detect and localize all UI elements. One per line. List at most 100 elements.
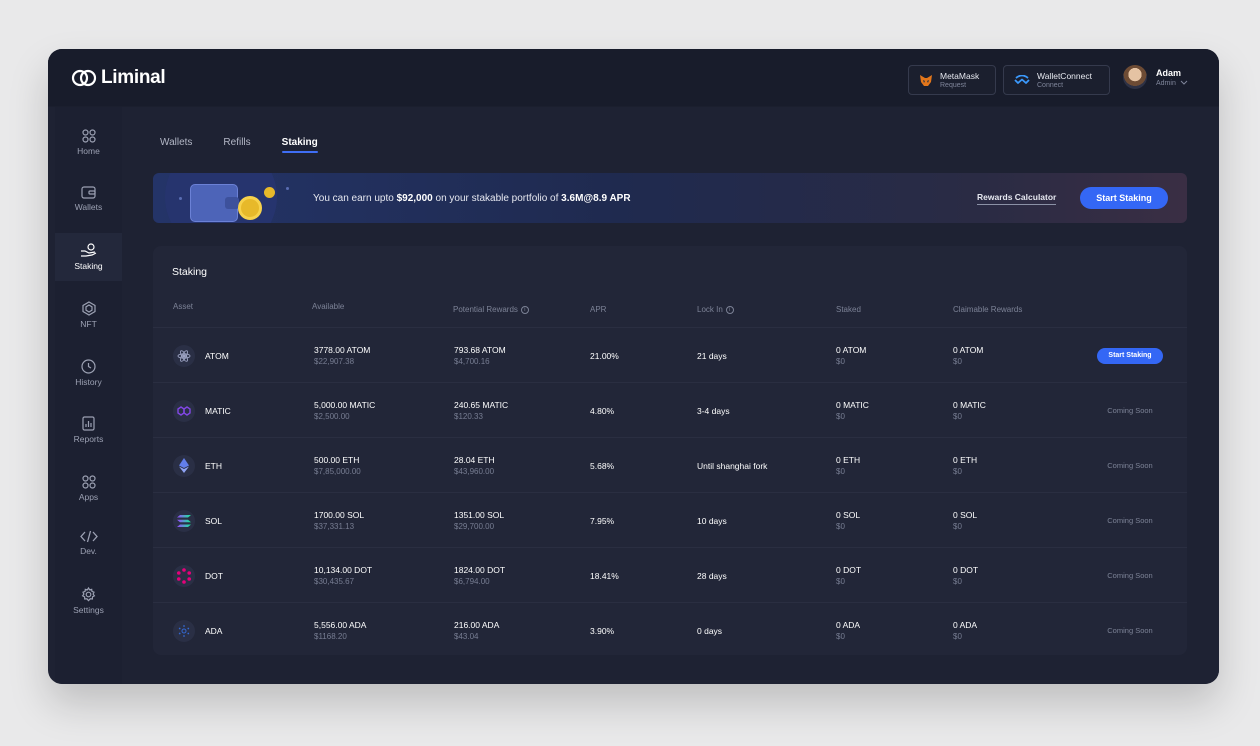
banner-text: You can earn upto: [313, 193, 397, 204]
sidebar-item-dev[interactable]: Dev.: [55, 520, 122, 566]
apr-value: 18.41%: [590, 570, 619, 581]
table-row[interactable]: ATOM 3778.00 ATOM $22,907.38 793.68 ATOM…: [153, 327, 1187, 382]
sidebar-item-label: Home: [77, 145, 100, 156]
available-cell: 1700.00 SOL $37,331.13: [314, 493, 364, 548]
claimable-amount: 0 ATOM: [953, 345, 984, 355]
staked-usd: $0: [836, 412, 845, 421]
sidebar-item-history[interactable]: History: [55, 350, 122, 396]
asset-cell: ETH: [173, 438, 222, 493]
staking-table-card: Staking Asset Available Potential Reward…: [153, 246, 1187, 655]
staked-amount: 0 ETH: [836, 455, 861, 465]
action-cell: Start Staking: [1095, 328, 1165, 383]
start-staking-button[interactable]: Start Staking: [1097, 347, 1163, 364]
staking-hand-icon: [81, 243, 97, 257]
action-cell: Coming Soon: [1095, 493, 1165, 548]
lockin-cell: 10 days: [697, 493, 727, 548]
staked-amount: 0 ATOM: [836, 345, 867, 355]
staked-cell: 0 ATOM $0: [836, 328, 866, 383]
asset-icon: [173, 344, 195, 367]
claimable-usd: $0: [953, 522, 962, 531]
potential-cell: 1351.00 SOL $29,700.00: [454, 493, 504, 548]
apr-value: 7.95%: [590, 515, 615, 526]
tab-bar: Wallets Refills Staking: [160, 137, 318, 153]
sidebar-item-reports[interactable]: Reports: [55, 407, 122, 453]
staked-amount: 0 SOL: [836, 510, 861, 520]
asset-name: ETH: [205, 460, 222, 471]
potential-usd: $6,794.00: [454, 577, 490, 586]
coin-icon: [264, 187, 275, 198]
apr-cell: 3.90%: [590, 603, 614, 655]
action-cell: Coming Soon: [1095, 438, 1165, 493]
banner-message: You can earn upto $92,000 on your stakab…: [313, 193, 631, 204]
col-asset: Asset: [173, 302, 194, 311]
banner-amount: $92,000: [396, 193, 433, 204]
wallet-icon: [81, 186, 96, 199]
tab-staking[interactable]: Staking: [281, 137, 318, 153]
potential-amount: 1824.00 DOT: [454, 565, 506, 575]
start-staking-button[interactable]: Start Staking: [1080, 187, 1168, 209]
walletconnect-button[interactable]: WalletConnect Connect: [1003, 65, 1110, 95]
tab-refills[interactable]: Refills: [223, 137, 250, 153]
claimable-usd: $0: [953, 577, 962, 586]
claimable-cell: 0 SOL $0: [953, 493, 977, 548]
apr-cell: 5.68%: [590, 438, 614, 493]
lockin-cell: 28 days: [697, 548, 727, 603]
table-row[interactable]: DOT 10,134.00 DOT $30,435.67 1824.00 DOT…: [153, 547, 1187, 602]
col-apr: APR: [590, 305, 607, 314]
claimable-cell: 0 ADA $0: [953, 603, 977, 655]
info-icon[interactable]: i: [725, 305, 734, 314]
coming-soon-label: Coming Soon: [1107, 461, 1153, 470]
sidebar-item-label: Apps: [78, 491, 99, 502]
lockin-value: Until shanghai fork: [697, 460, 768, 471]
available-usd: $7,85,000.00: [314, 467, 361, 476]
sidebar-item-wallets[interactable]: Wallets: [55, 176, 122, 222]
info-icon[interactable]: i: [520, 305, 529, 314]
report-icon: [82, 416, 95, 431]
sidebar-item-settings[interactable]: Settings: [55, 578, 122, 624]
action-cell: Coming Soon: [1095, 383, 1165, 438]
claimable-usd: $0: [953, 632, 962, 641]
asset-name: DOT: [205, 570, 223, 581]
liminal-logo[interactable]: Liminal: [71, 67, 166, 89]
sidebar-item-home[interactable]: Home: [55, 119, 122, 165]
sidebar-item-staking[interactable]: Staking: [55, 233, 122, 281]
lockin-cell: 0 days: [697, 603, 722, 655]
available-cell: 500.00 ETH $7,85,000.00: [314, 438, 361, 493]
rewards-calculator-link[interactable]: Rewards Calculator: [977, 192, 1057, 205]
home-grid-icon: [81, 128, 96, 143]
table-header: Asset Available Potential Rewards i APR L…: [153, 302, 1187, 323]
sol-coin-icon: [177, 514, 191, 527]
claimable-cell: 0 ATOM $0: [953, 328, 983, 383]
claimable-cell: 0 DOT $0: [953, 548, 978, 603]
gear-icon: [81, 587, 96, 602]
metamask-button[interactable]: MetaMask Request: [908, 65, 996, 95]
available-cell: 5,556.00 ADA $1168.20: [314, 603, 366, 655]
table-row[interactable]: ADA 5,556.00 ADA $1168.20 216.00 ADA $43…: [153, 602, 1187, 655]
table-row[interactable]: ETH 500.00 ETH $7,85,000.00 28.04 ETH $4…: [153, 437, 1187, 492]
asset-icon: [173, 509, 195, 532]
sidebar-item-nft[interactable]: NFT: [55, 292, 122, 338]
potential-cell: 28.04 ETH $43,960.00: [454, 438, 495, 493]
lockin-value: 10 days: [697, 515, 727, 526]
staked-usd: $0: [836, 522, 845, 531]
avatar[interactable]: [1123, 65, 1147, 89]
banner-dot: [179, 197, 182, 200]
asset-name: SOL: [205, 515, 223, 526]
table-row[interactable]: SOL 1700.00 SOL $37,331.13 1351.00 SOL $…: [153, 492, 1187, 547]
potential-usd: $120.33: [454, 412, 483, 421]
asset-cell: ATOM: [173, 328, 229, 383]
staked-cell: 0 MATIC $0: [836, 383, 869, 438]
available-amount: 3778.00 ATOM: [314, 345, 371, 355]
banner-text: on your stakable portfolio of: [432, 193, 562, 204]
apr-cell: 18.41%: [590, 548, 619, 603]
potential-usd: $43,960.00: [454, 467, 495, 476]
user-menu[interactable]: Adam Admin: [1123, 65, 1188, 89]
lockin-cell: 3-4 days: [697, 383, 730, 438]
table-row[interactable]: MATIC 5,000.00 MATIC $2,500.00 240.65 MA…: [153, 382, 1187, 437]
sidebar-item-apps[interactable]: Apps: [55, 465, 122, 511]
chevron-down-icon[interactable]: [1180, 80, 1188, 85]
staked-usd: $0: [836, 577, 845, 586]
tab-wallets[interactable]: Wallets: [160, 137, 192, 153]
staked-amount: 0 DOT: [836, 565, 862, 575]
asset-cell: DOT: [173, 548, 223, 603]
